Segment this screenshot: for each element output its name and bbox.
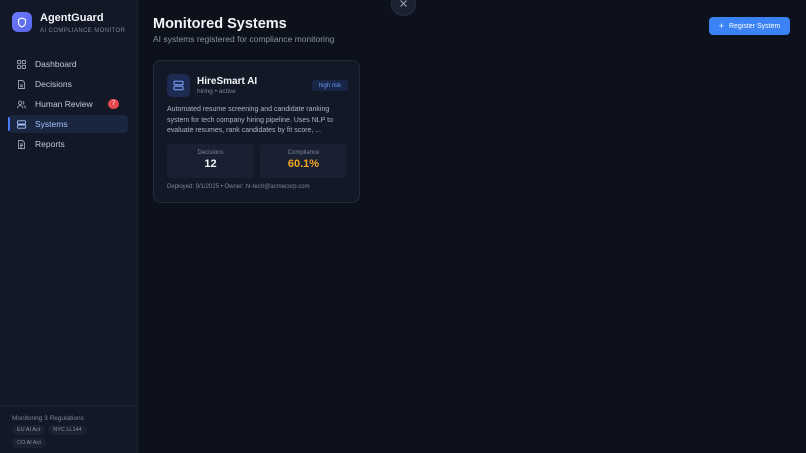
compliance-stat: Compliance 60.1%	[260, 144, 347, 178]
sidebar-item-label: Reports	[35, 139, 65, 149]
sidebar-item-dashboard[interactable]: Dashboard	[8, 55, 128, 73]
system-meta: hiring • active	[197, 88, 236, 95]
regulations-panel: Monitoring 3 Regulations EU AI Act NYC L…	[0, 405, 137, 453]
sidebar-item-label: Decisions	[35, 79, 72, 89]
sidebar-item-decisions[interactable]: Decisions	[8, 75, 128, 93]
users-icon	[17, 100, 26, 109]
system-footer: Deployed: 9/1/2025 • Owner: hr-tech@acme…	[167, 184, 310, 190]
register-system-button[interactable]: + Register System	[709, 17, 790, 35]
report-icon	[17, 139, 26, 149]
system-description: Automated resume screening and candidate…	[167, 106, 334, 134]
brand-subtitle: AI COMPLIANCE MONITOR	[40, 28, 126, 34]
sidebar-item-label: Human Review	[35, 99, 93, 109]
shield-icon	[12, 12, 32, 32]
page-title: Monitored Systems	[153, 16, 287, 32]
decisions-stat: Decisions 12	[167, 144, 254, 178]
page-subtitle: AI systems registered for compliance mon…	[153, 34, 335, 44]
system-name: HireSmart AI	[197, 76, 258, 87]
close-icon	[399, 0, 408, 13]
sidebar-nav: Dashboard Decisions Human Review 7 Syste…	[8, 55, 128, 155]
sidebar-item-human-review[interactable]: Human Review 7	[8, 95, 128, 113]
risk-badge: high risk	[312, 80, 348, 91]
decisions-label: Decisions	[197, 150, 224, 156]
sidebar-item-reports[interactable]: Reports	[8, 135, 128, 153]
server-icon	[17, 119, 26, 129]
regulation-tag: EU AI Act	[12, 425, 46, 435]
sidebar-item-systems[interactable]: Systems	[8, 115, 128, 133]
register-system-label: Register System	[728, 22, 781, 30]
sidebar: AgentGuard AI COMPLIANCE MONITOR Dashboa…	[0, 0, 138, 453]
review-count-badge: 7	[108, 99, 119, 109]
decisions-value: 12	[204, 158, 217, 170]
sidebar-item-label: Dashboard	[35, 59, 77, 69]
close-button[interactable]	[391, 0, 416, 16]
sidebar-item-label: Systems	[35, 119, 68, 129]
plus-icon: +	[718, 20, 724, 31]
document-icon	[17, 79, 26, 89]
regulations-title: Monitoring 3 Regulations	[12, 415, 84, 422]
compliance-label: Compliance	[287, 150, 320, 156]
regulation-tag: NYC LL144	[48, 425, 87, 435]
brand-name: AgentGuard	[40, 12, 104, 24]
server-icon	[167, 74, 190, 97]
regulation-tags: EU AI Act NYC LL144 CO AI Act	[12, 425, 122, 448]
system-card[interactable]: HireSmart AI hiring • active high risk A…	[153, 60, 360, 203]
compliance-value: 60.1%	[287, 158, 320, 170]
regulation-tag: CO AI Act	[12, 438, 46, 448]
brand[interactable]: AgentGuard AI COMPLIANCE MONITOR	[12, 12, 125, 34]
grid-icon	[17, 59, 26, 69]
